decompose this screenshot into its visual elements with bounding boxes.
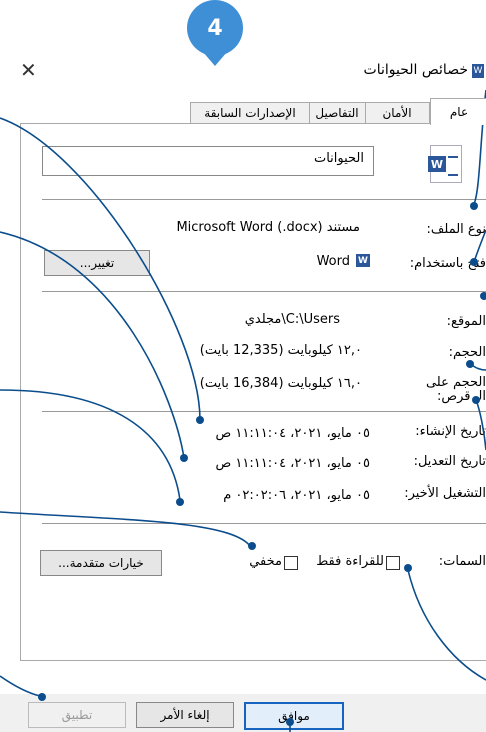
annotation-line bbox=[407, 569, 486, 681]
annotation-line bbox=[0, 117, 201, 421]
annotation-dot bbox=[480, 292, 486, 300]
annotation-dot bbox=[180, 454, 188, 462]
annotation-dot bbox=[466, 360, 474, 368]
annotation-line bbox=[473, 229, 486, 263]
annotation-line bbox=[475, 399, 486, 451]
annotation-dot bbox=[176, 498, 184, 506]
annotation-dot bbox=[38, 693, 46, 701]
annotation-dot bbox=[470, 258, 478, 266]
annotation-dot bbox=[286, 718, 294, 726]
tab-general[interactable]: عام bbox=[430, 98, 486, 125]
annotation-line bbox=[0, 389, 181, 501]
annotation-line bbox=[0, 675, 41, 697]
annotation-dot bbox=[196, 416, 204, 424]
annotation-line bbox=[0, 511, 251, 547]
annotation-dot bbox=[248, 542, 256, 550]
annotation-line bbox=[0, 231, 185, 459]
annotation-dot bbox=[470, 202, 478, 210]
annotation-dot bbox=[404, 564, 412, 572]
annotation-dot bbox=[472, 396, 480, 404]
annotation-lines bbox=[0, 89, 486, 732]
